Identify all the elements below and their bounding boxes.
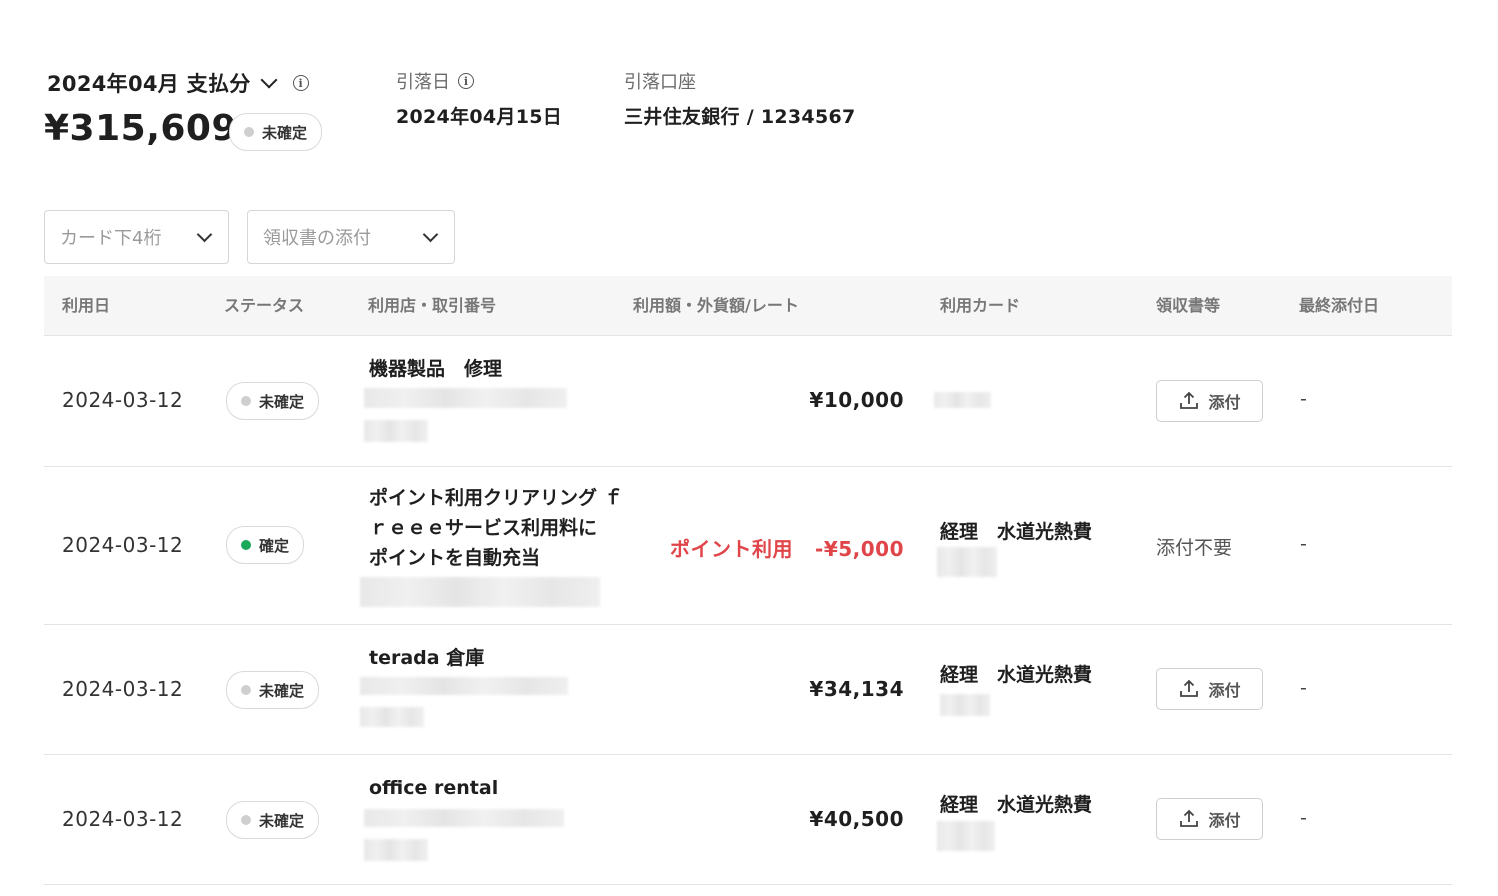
status-dot-icon: [241, 540, 251, 550]
chevron-down-icon: [422, 226, 439, 242]
upload-icon: [1180, 679, 1199, 697]
last-attached-date: -: [1300, 807, 1307, 829]
redacted-card: [937, 821, 995, 851]
merchant-name: 機器製品 修理: [369, 358, 503, 380]
last-attached-date: -: [1300, 388, 1307, 410]
redacted-transaction-number: [364, 388, 567, 408]
account-block: 引落口座 三井住友銀行 / 1234567: [624, 68, 856, 129]
point-usage-label: ポイント利用: [670, 537, 794, 561]
status-label: 確定: [259, 536, 290, 555]
period-label: 2024年04月 支払分: [47, 72, 251, 96]
period-selector[interactable]: 2024年04月 支払分 i: [47, 66, 309, 100]
table-header: 利用日 ステータス 利用店・取引番号 利用額・外貨額/レート 利用カード 領収書…: [44, 276, 1452, 336]
last-attached-date: -: [1300, 677, 1307, 699]
merchant-name: ポイント利用クリアリング ｆ ｒｅｅｅサービス利用料に ポイントを自動充当: [369, 483, 623, 573]
table-row[interactable]: 2024-03-12 未確定 terada 倉庫 ¥34,134 経理 水道光熱…: [44, 625, 1452, 755]
redacted-card: [937, 547, 997, 577]
redacted-transaction-number: [364, 420, 428, 442]
status-dot-icon: [241, 815, 251, 825]
withdrawal-date: 2024年04月15日: [396, 106, 563, 128]
merchant-name: office rental: [369, 777, 499, 799]
attach-label: 添付: [1208, 681, 1241, 700]
status-label: 未確定: [259, 811, 305, 830]
amount-value: ¥34,134: [809, 677, 904, 701]
receipt-filter-placeholder: 領収書の添付: [263, 228, 371, 249]
card-last4-filter[interactable]: カード下4桁: [44, 210, 229, 264]
last-attached-date: -: [1300, 533, 1307, 555]
column-header-card[interactable]: 利用カード: [940, 276, 1020, 336]
redacted-card: [940, 694, 990, 716]
upload-icon: [1180, 391, 1199, 409]
redacted-transaction-number: [360, 677, 568, 695]
status-badge: 未確定: [226, 382, 320, 420]
upload-icon: [1180, 809, 1199, 827]
column-header-status[interactable]: ステータス: [224, 276, 304, 336]
redacted-transaction-number: [364, 839, 428, 861]
receipt-not-required: 添付不要: [1156, 537, 1233, 559]
row-date: 2024-03-12: [62, 388, 184, 412]
attach-button[interactable]: 添付: [1156, 668, 1263, 710]
attach-label: 添付: [1208, 811, 1241, 830]
account-label: 引落口座: [624, 72, 696, 93]
status-label: 未確定: [259, 681, 305, 700]
redacted-card: [934, 392, 991, 408]
status-dot-icon: [241, 685, 251, 695]
table-row[interactable]: 2024-03-12 確定 ポイント利用クリアリング ｆ ｒｅｅｅサービス利用料…: [44, 467, 1452, 625]
attach-button[interactable]: 添付: [1156, 798, 1263, 840]
status-badge: 未確定: [229, 113, 323, 151]
receipt-filter[interactable]: 領収書の添付: [247, 210, 455, 264]
amount-value: ¥10,000: [809, 388, 904, 412]
column-header-last-attached[interactable]: 最終添付日: [1299, 276, 1379, 336]
status-dot-icon: [244, 127, 254, 137]
card-label: 経理 水道光熱費: [940, 521, 1093, 543]
row-date: 2024-03-12: [62, 533, 184, 557]
column-header-receipt[interactable]: 領収書等: [1156, 276, 1220, 336]
status-badge: 未確定: [226, 671, 320, 709]
chevron-down-icon: [196, 226, 213, 242]
withdrawal-date-label: 引落日: [396, 72, 450, 93]
attach-label: 添付: [1208, 393, 1241, 412]
amount-value: ¥40,500: [809, 807, 904, 831]
row-date: 2024-03-12: [62, 807, 184, 831]
amount-value: -¥5,000: [815, 537, 904, 561]
attach-button[interactable]: 添付: [1156, 380, 1263, 422]
merchant-name: terada 倉庫: [369, 647, 485, 669]
merchant-line: ポイント利用クリアリング ｆ: [369, 487, 623, 509]
table-row[interactable]: 2024-03-12 未確定 office rental ¥40,500 経理 …: [44, 755, 1452, 885]
status-dot-icon: [241, 396, 251, 406]
info-icon[interactable]: i: [458, 73, 474, 89]
row-date: 2024-03-12: [62, 677, 184, 701]
status-label: 未確定: [262, 123, 308, 142]
withdrawal-date-block: 引落日 i 2024年04月15日: [396, 68, 562, 129]
card-label: 経理 水道光熱費: [940, 794, 1093, 816]
status-label: 未確定: [259, 392, 305, 411]
merchant-line: ポイントを自動充当: [369, 547, 541, 569]
card-last4-placeholder: カード下4桁: [60, 228, 162, 249]
card-label: 経理 水道光熱費: [940, 664, 1093, 686]
redacted-transaction-number: [360, 707, 424, 727]
total-amount: ¥315,609: [44, 108, 238, 149]
column-header-amount[interactable]: 利用額・外貨額/レート: [633, 276, 799, 336]
column-header-merchant[interactable]: 利用店・取引番号: [368, 276, 496, 336]
column-header-date[interactable]: 利用日: [62, 276, 110, 336]
chevron-down-icon: [260, 71, 278, 89]
info-icon[interactable]: i: [292, 75, 309, 91]
account-value: 三井住友銀行 / 1234567: [624, 106, 856, 128]
status-badge: 確定: [226, 526, 305, 564]
redacted-transaction-number: [360, 577, 600, 607]
table-row[interactable]: 2024-03-12 未確定 機器製品 修理 ¥10,000 添付 -: [44, 336, 1452, 467]
status-badge: 未確定: [226, 801, 320, 839]
amount-cell: ポイント利用 -¥5,000: [604, 533, 904, 562]
merchant-line: ｒｅｅｅサービス利用料に: [369, 517, 598, 539]
redacted-transaction-number: [364, 809, 564, 827]
